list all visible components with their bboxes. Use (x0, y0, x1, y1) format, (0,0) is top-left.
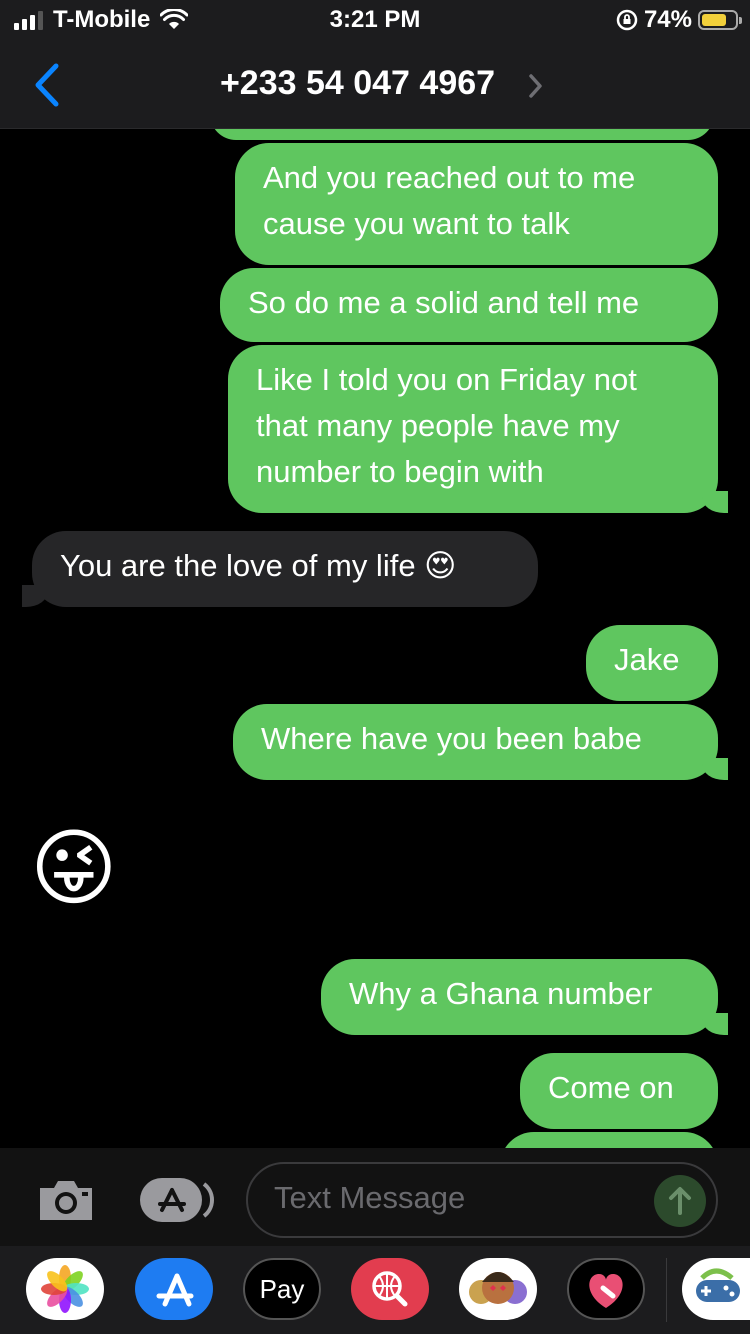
message-bubble-partial-bottom[interactable] (500, 1132, 718, 1148)
globe-search-icon (372, 1271, 408, 1307)
battery-percent: 74% (643, 6, 692, 33)
memoji-icon (469, 1272, 527, 1304)
digital-touch-app-button[interactable] (567, 1258, 645, 1320)
message-bubble-outgoing[interactable]: Why a Ghana number (321, 959, 728, 1035)
app-store-icon[interactable] (138, 1176, 214, 1224)
rotation-lock-icon (616, 9, 638, 31)
chevron-right-icon[interactable] (528, 73, 544, 99)
camera-icon[interactable] (36, 1178, 96, 1222)
message-placeholder: Text Message (274, 1180, 466, 1215)
send-arrow-icon (669, 1187, 691, 1215)
game-app-button[interactable] (682, 1258, 750, 1320)
message-input[interactable]: Text Message (246, 1162, 718, 1238)
heart-touch-icon (589, 1274, 623, 1308)
message-bubble-outgoing[interactable]: So do me a solid and tell me (220, 268, 718, 342)
message-bubble-outgoing[interactable]: Jake (586, 625, 718, 701)
emoji-message-incoming[interactable]: 😜 (30, 818, 118, 918)
battery-fill (702, 14, 726, 26)
game-controller-icon (696, 1268, 740, 1302)
composer-bar: Text Message (0, 1148, 750, 1246)
photos-app-button[interactable] (26, 1258, 104, 1320)
message-bubble-outgoing[interactable]: Like I told you on Friday not that many … (228, 345, 728, 513)
battery-icon (698, 10, 742, 30)
message-bubble-incoming[interactable]: You are the love of my life 😍 (22, 531, 538, 607)
message-bubble-partial-top[interactable] (210, 128, 714, 140)
message-bubble-outgoing[interactable]: Come on (520, 1053, 718, 1129)
status-right: 74% (616, 6, 742, 34)
message-list[interactable]: And you reached out to me cause you want… (0, 128, 750, 1148)
apple-pay-app-button[interactable]: Pay (243, 1258, 321, 1320)
status-bar: T-Mobile 3:21 PM 74% (0, 0, 750, 40)
memoji-app-button[interactable] (459, 1258, 537, 1320)
apple-pay-label: Pay (259, 1274, 305, 1304)
message-bubble-outgoing[interactable]: Where have you been babe (233, 704, 728, 780)
app-store-icon (156, 1273, 194, 1307)
send-button[interactable] (654, 1175, 706, 1227)
image-search-app-button[interactable] (351, 1258, 429, 1320)
imessage-app-drawer: Pay (0, 1246, 750, 1334)
drawer-separator (666, 1258, 667, 1322)
photos-icon (41, 1265, 89, 1313)
message-bubble-outgoing[interactable]: And you reached out to me cause you want… (235, 143, 718, 265)
app-store-app-button[interactable] (135, 1258, 213, 1320)
contact-title[interactable]: +233 54 047 4967 (0, 64, 715, 103)
